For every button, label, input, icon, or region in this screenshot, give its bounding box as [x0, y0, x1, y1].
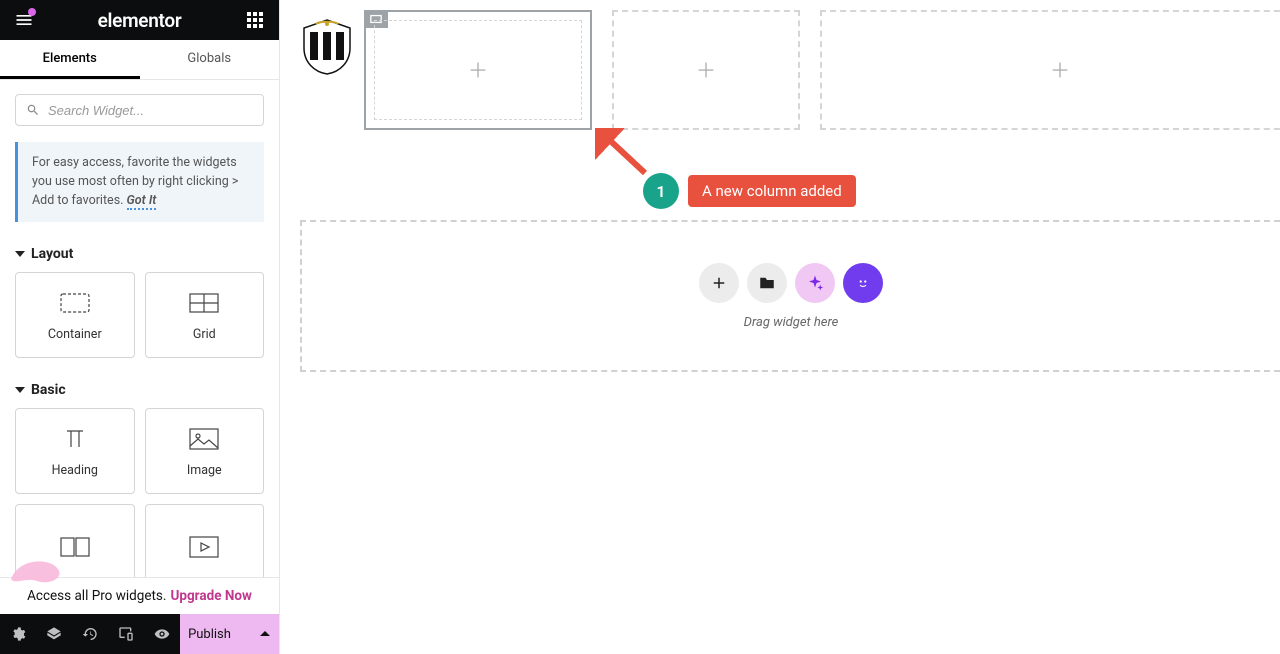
crest-icon: [300, 18, 354, 76]
sparkle-icon: [806, 274, 824, 292]
plus-icon: [710, 274, 728, 292]
video-icon: [189, 533, 219, 561]
basic-widget-grid: Heading Image: [15, 408, 264, 577]
tab-elements[interactable]: Elements: [0, 40, 140, 79]
section-basic-label: Basic: [31, 382, 66, 398]
add-section-button[interactable]: [699, 263, 739, 303]
heading-icon: [61, 425, 89, 453]
editor-sidebar: elementor Elements Globals For easy acce…: [0, 0, 280, 654]
history-button[interactable]: [72, 614, 108, 654]
column-2[interactable]: [612, 10, 800, 130]
search-box[interactable]: [15, 94, 264, 126]
widget-image[interactable]: Image: [145, 408, 265, 494]
section-layout-label: Layout: [31, 246, 73, 262]
tab-globals[interactable]: Globals: [140, 40, 280, 79]
ai-button[interactable]: [795, 263, 835, 303]
annotation-arrow-icon: [595, 128, 655, 178]
widgets-body: Layout Container Grid Basic: [0, 232, 279, 577]
page-logo-image[interactable]: [300, 18, 354, 76]
publish-button[interactable]: Publish: [180, 614, 279, 654]
drop-hint-text: Drag widget here: [744, 315, 839, 330]
folder-icon: [758, 274, 776, 292]
history-icon: [82, 626, 98, 642]
inner-section-icon: [60, 533, 90, 561]
widget-inner-section[interactable]: [15, 504, 135, 577]
upgrade-link[interactable]: Upgrade Now: [170, 588, 251, 604]
favorites-tip: For easy access, favorite the widgets yo…: [15, 142, 264, 222]
editor-canvas[interactable]: 1 A new column added Drag widget here: [280, 0, 1280, 654]
menu-button[interactable]: [8, 4, 40, 36]
column-1-selected[interactable]: [364, 10, 592, 130]
layout-widget-grid: Container Grid: [15, 272, 264, 368]
settings-button[interactable]: [0, 614, 36, 654]
navigator-button[interactable]: [36, 614, 72, 654]
search-input[interactable]: [48, 103, 253, 118]
notification-dot-icon: [28, 8, 36, 16]
column-3[interactable]: [820, 10, 1280, 130]
widget-heading-label: Heading: [52, 463, 98, 478]
widget-grid-label: Grid: [193, 327, 216, 342]
image-icon: [189, 425, 219, 453]
grid-widget-icon: [189, 289, 219, 317]
section-basic-header[interactable]: Basic: [15, 368, 264, 408]
app-logo: elementor: [98, 9, 182, 32]
add-widget-icon[interactable]: [467, 59, 489, 81]
columns-row: [364, 10, 1280, 130]
tip-gotit[interactable]: Got It: [127, 193, 157, 210]
sidebar-header: elementor: [0, 0, 279, 40]
upsell-text: Access all Pro widgets.: [27, 588, 166, 604]
widget-container[interactable]: Container: [15, 272, 135, 358]
widget-heading[interactable]: Heading: [15, 408, 135, 494]
search-wrap: [0, 80, 279, 134]
eye-icon: [154, 626, 170, 642]
upsell-bar: Access all Pro widgets. Upgrade Now: [0, 577, 279, 614]
widget-image-label: Image: [187, 463, 222, 478]
elementor-ai-button[interactable]: [843, 263, 883, 303]
widget-grid[interactable]: Grid: [145, 272, 265, 358]
layers-icon: [46, 626, 62, 642]
annotation-label: A new column added: [688, 175, 856, 207]
search-icon: [26, 103, 40, 117]
responsive-button[interactable]: [108, 614, 144, 654]
preview-button[interactable]: [144, 614, 180, 654]
publish-label: Publish: [188, 627, 231, 642]
widget-container-label: Container: [48, 327, 102, 342]
widget-panel-toggle[interactable]: [239, 4, 271, 36]
container-icon: [60, 289, 90, 317]
column-icon: [370, 14, 382, 24]
add-widget-icon[interactable]: [695, 59, 717, 81]
devices-icon: [118, 626, 134, 642]
widget-video[interactable]: [145, 504, 265, 577]
section-layout-header[interactable]: Layout: [15, 232, 264, 272]
add-template-button[interactable]: [747, 263, 787, 303]
chevron-up-icon: [259, 628, 271, 640]
grid-icon: [247, 12, 263, 28]
drop-actions: [699, 263, 883, 303]
gear-icon: [10, 626, 26, 642]
new-section-drop-area[interactable]: Drag widget here: [300, 220, 1280, 372]
caret-down-icon: [15, 385, 25, 395]
sidebar-footer: Publish: [0, 614, 279, 654]
column-handle[interactable]: [364, 10, 388, 28]
annotation-badge: 1: [643, 173, 679, 209]
sidebar-tabs: Elements Globals: [0, 40, 279, 80]
add-widget-icon[interactable]: [1049, 59, 1071, 81]
caret-down-icon: [15, 249, 25, 259]
ai-face-icon: [854, 274, 872, 292]
